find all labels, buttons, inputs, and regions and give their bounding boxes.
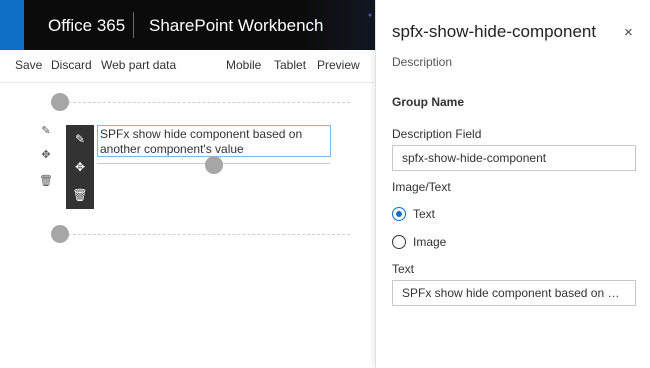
tablet-button[interactable]: Tablet bbox=[274, 58, 306, 72]
app-launcher-button[interactable] bbox=[0, 0, 24, 50]
radio-option-label: Image bbox=[413, 235, 447, 249]
app-title: SharePoint Workbench bbox=[149, 16, 324, 35]
move-webpart-icon[interactable]: ✥ bbox=[66, 157, 94, 177]
workbench-canvas: ✎ ✥ 🗑 ✎ ✥ 🗑 SPFx show hide component bas… bbox=[0, 83, 375, 368]
web-part-data-button[interactable]: Web part data bbox=[101, 58, 176, 72]
text-field-input[interactable]: SPFx show hide component based on anot..… bbox=[392, 280, 636, 306]
delete-webpart-icon[interactable]: 🗑 bbox=[66, 185, 94, 205]
save-button[interactable]: Save bbox=[15, 58, 42, 72]
radio-selected-icon[interactable] bbox=[392, 207, 406, 221]
header-divider bbox=[133, 12, 134, 38]
section-divider-bottom bbox=[58, 234, 350, 235]
webpart-container[interactable]: SPFx show hide component based on anothe… bbox=[97, 125, 331, 157]
property-pane-title: spfx-show-hide-component bbox=[392, 22, 597, 41]
section-divider-top bbox=[58, 102, 350, 103]
edit-webpart-icon[interactable]: ✎ bbox=[66, 129, 94, 149]
brand-label[interactable]: Office 365 bbox=[48, 16, 125, 36]
webpart-toolbar: ✎ ✥ 🗑 bbox=[66, 125, 94, 209]
description-field-input[interactable]: spfx-show-hide-component bbox=[392, 145, 636, 171]
image-text-label: Image/Text bbox=[392, 180, 451, 194]
property-pane: spfx-show-hide-component × Description G… bbox=[375, 0, 650, 368]
group-name-heading: Group Name bbox=[392, 95, 465, 109]
close-icon[interactable]: × bbox=[624, 24, 633, 41]
preview-button[interactable]: Preview bbox=[317, 58, 360, 72]
move-section-icon[interactable]: ✥ bbox=[36, 148, 56, 162]
edit-section-icon[interactable]: ✎ bbox=[36, 124, 56, 138]
webpart-text: SPFx show hide component based on anothe… bbox=[100, 127, 303, 156]
delete-section-icon[interactable]: 🗑 bbox=[36, 174, 56, 188]
mobile-button[interactable]: Mobile bbox=[226, 58, 261, 72]
radio-option-label: Text bbox=[413, 207, 436, 221]
radio-unselected-icon[interactable] bbox=[392, 235, 406, 249]
discard-button[interactable]: Discard bbox=[51, 58, 92, 72]
description-field-label: Description Field bbox=[392, 127, 482, 141]
text-field-label: Text bbox=[392, 262, 415, 276]
add-webpart-middle-icon[interactable] bbox=[205, 156, 223, 174]
workbench-toolbar: Save Discard Web part data Mobile Tablet… bbox=[0, 50, 375, 83]
add-webpart-top-icon[interactable] bbox=[51, 93, 69, 111]
add-section-bottom-icon[interactable] bbox=[51, 225, 69, 243]
property-pane-description: Description bbox=[392, 55, 453, 69]
